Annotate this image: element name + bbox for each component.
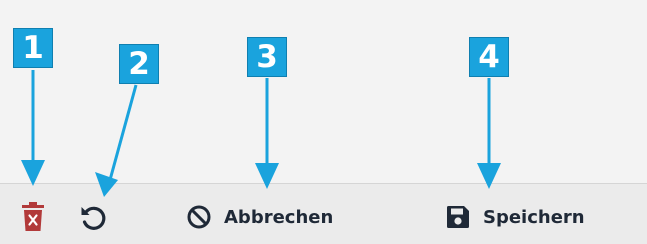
callout-badge-1: 1 bbox=[13, 28, 53, 68]
cancel-label: Abbrechen bbox=[224, 206, 334, 228]
cancel-button[interactable]: Abbrechen bbox=[186, 204, 333, 230]
reset-button[interactable] bbox=[79, 203, 107, 231]
floppy-disk-icon bbox=[447, 206, 469, 228]
undo-icon bbox=[81, 206, 106, 230]
save-label: Speichern bbox=[483, 206, 585, 228]
callout-badge-2: 2 bbox=[119, 44, 159, 84]
callout-badge-3: 3 bbox=[247, 37, 287, 77]
delete-button[interactable] bbox=[20, 202, 46, 232]
save-button[interactable]: Speichern bbox=[445, 204, 585, 230]
arrow-2-line bbox=[108, 84, 138, 181]
ban-icon bbox=[187, 205, 211, 229]
bottom-toolbar: Abbrechen Speichern bbox=[0, 183, 647, 244]
trash-x-icon bbox=[22, 202, 44, 231]
callout-badge-4: 4 bbox=[469, 37, 509, 77]
